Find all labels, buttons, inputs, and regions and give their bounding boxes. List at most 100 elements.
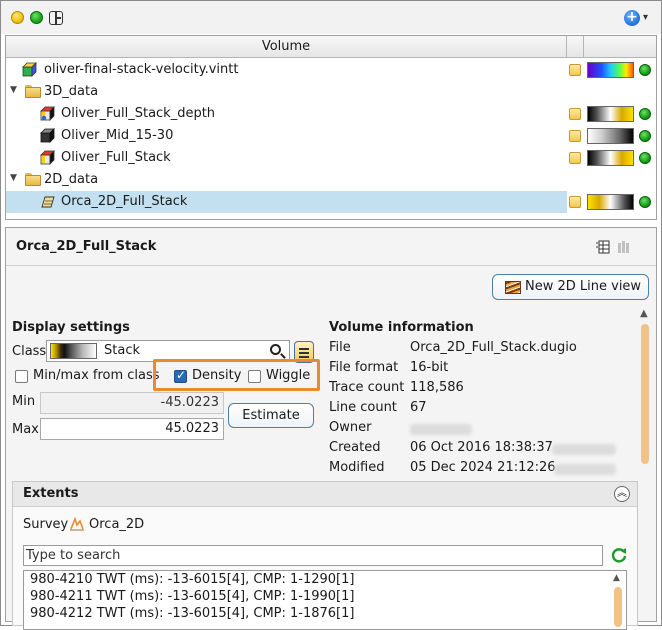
chevron-down-icon[interactable]: ▾ — [643, 12, 648, 23]
info-label-modified: Modified — [329, 460, 385, 475]
wiggle-checkbox[interactable] — [248, 370, 261, 383]
top-toolbar: + ▾ — [1, 1, 661, 34]
info-value-modified: 05 Dec 2024 21:12:26 — [410, 460, 556, 475]
volume-information-title: Volume information — [329, 320, 474, 335]
scroll-up-icon[interactable]: ▲ — [640, 308, 648, 319]
survey-label: Survey — [23, 517, 69, 532]
info-label-owner: Owner — [329, 420, 372, 435]
max-label: Max — [12, 422, 39, 437]
seismic-volume-icon — [40, 128, 55, 143]
info-value-file-format: 16-bit — [410, 360, 449, 375]
colorbar[interactable] — [587, 62, 634, 78]
status-dot-icon[interactable] — [639, 64, 651, 76]
properties-icon[interactable] — [569, 152, 581, 164]
chevron-down-icon[interactable]: ▼ — [10, 173, 17, 183]
tree-row[interactable]: ▼ 2D_data — [6, 169, 656, 191]
velocity-volume-icon — [22, 62, 37, 77]
panel-scrollbar[interactable]: ▲ — [639, 308, 651, 478]
status-dot-icon[interactable] — [639, 108, 651, 120]
colorbar[interactable] — [587, 150, 634, 166]
estimate-button[interactable]: Estimate — [228, 403, 314, 428]
status-dot-icon[interactable] — [639, 152, 651, 164]
info-value-created: 06 Oct 2016 18:38:37 — [410, 440, 553, 455]
redacted-owner — [410, 424, 472, 435]
tree-item-label: Oliver_Full_Stack_depth — [61, 106, 216, 121]
extents-title: Extents — [23, 486, 79, 501]
add-icon[interactable]: + — [624, 10, 640, 26]
seismic-2d-icon — [41, 196, 55, 208]
refresh-icon[interactable] — [610, 546, 628, 564]
density-label: Density — [192, 368, 242, 383]
folder-icon — [25, 173, 41, 186]
tree-row-selected[interactable]: Orca_2D_Full_Stack — [6, 191, 656, 213]
tree-row[interactable]: ▼ 3D_data — [6, 81, 656, 103]
scroll-up-icon[interactable]: ▲ — [613, 573, 620, 583]
minimize-dot-icon[interactable] — [11, 11, 24, 24]
density-checkbox[interactable] — [174, 368, 187, 383]
extents-section: Extents ︽ Survey Orca_2D Type to search … — [12, 481, 638, 630]
tree-row[interactable]: Oliver_Mid_15-30 — [6, 125, 656, 147]
max-field[interactable]: 45.0223 — [40, 418, 224, 440]
tree-row[interactable]: Oliver_Full_Stack_depth — [6, 103, 656, 125]
tree-item-label: Oliver_Mid_15-30 — [61, 128, 174, 143]
properties-icon[interactable] — [569, 196, 581, 208]
survey-value[interactable]: Orca_2D — [89, 517, 144, 532]
info-label-line-count: Line count — [329, 400, 397, 415]
status-dot-icon[interactable] — [639, 130, 651, 142]
properties-icon[interactable] — [569, 108, 581, 120]
class-label: Class — [12, 344, 47, 359]
tree-item-label: 3D_data — [44, 84, 99, 99]
column-header-properties[interactable] — [567, 36, 584, 57]
info-value-line-count: 67 — [410, 400, 427, 415]
list-item[interactable]: 980-4211 TWT (ms): -13-6015[4], CMP: 1-1… — [30, 589, 354, 604]
wiggle-label: Wiggle — [266, 368, 311, 383]
column-header-volume[interactable]: Volume — [6, 36, 567, 57]
properties-icon[interactable] — [569, 130, 581, 142]
maximize-dot-icon[interactable] — [30, 11, 43, 24]
info-value-file: Orca_2D_Full_Stack.dugio — [410, 340, 577, 355]
search-icon[interactable] — [270, 344, 281, 355]
class-colorbar — [50, 343, 97, 359]
colorbar[interactable] — [587, 106, 634, 122]
display-settings-title: Display settings — [12, 320, 130, 335]
tree-item-label: oliver-final-stack-velocity.vintt — [44, 62, 239, 77]
detail-panel: Orca_2D_Full_Stack New 2D Line view Disp… — [5, 227, 657, 630]
table-view-icon[interactable] — [596, 240, 610, 254]
divider — [6, 265, 656, 266]
search-input[interactable]: Type to search — [23, 545, 603, 566]
volume-tree: Volume oliver-final-stack-velocity.vintt… — [5, 35, 657, 220]
new-2d-line-view-button[interactable]: New 2D Line view — [492, 274, 649, 300]
list-item[interactable]: 980-4210 TWT (ms): -13-6015[4], CMP: 1-1… — [30, 572, 354, 587]
collapse-icon[interactable]: ︽ — [614, 486, 630, 502]
scrollbar-thumb[interactable] — [614, 587, 622, 627]
min-label: Min — [12, 394, 36, 409]
tree-header: Volume — [6, 36, 656, 58]
colorbar[interactable] — [587, 128, 634, 144]
scrollbar-thumb[interactable] — [641, 324, 649, 464]
info-label-created: Created — [329, 440, 381, 455]
minmax-from-class-checkbox[interactable] — [15, 370, 28, 383]
redacted-modified-by — [554, 464, 616, 475]
minmax-from-class-label: Min/max from class — [33, 368, 160, 383]
tree-row[interactable]: oliver-final-stack-velocity.vintt — [6, 59, 656, 81]
list-item[interactable]: 980-4212 TWT (ms): -13-6015[4], CMP: 1-1… — [30, 606, 354, 621]
redacted-created-by — [552, 444, 616, 455]
info-label-file: File — [329, 340, 351, 355]
survey-icon — [70, 517, 84, 531]
status-dot-icon[interactable] — [639, 196, 651, 208]
min-field[interactable]: -45.0223 — [40, 392, 224, 414]
layout-icon[interactable] — [49, 11, 63, 25]
tree-row[interactable]: Oliver_Full_Stack — [6, 147, 656, 169]
colorbar[interactable] — [587, 194, 634, 210]
new-2d-line-view-label: New 2D Line view — [525, 279, 642, 294]
properties-icon[interactable] — [569, 64, 581, 76]
extents-header[interactable]: Extents ︽ — [13, 482, 637, 507]
list-scrollbar[interactable]: ▲ — [613, 573, 623, 628]
seismic-volume-icon — [40, 106, 55, 121]
columns-icon[interactable] — [617, 240, 631, 254]
info-label-trace-count: Trace count — [329, 380, 405, 395]
chevron-down-icon[interactable]: ▼ — [10, 85, 17, 95]
class-value: Stack — [104, 343, 140, 358]
info-label-file-format: File format — [329, 360, 399, 375]
tree-item-label: Oliver_Full_Stack — [61, 150, 171, 165]
